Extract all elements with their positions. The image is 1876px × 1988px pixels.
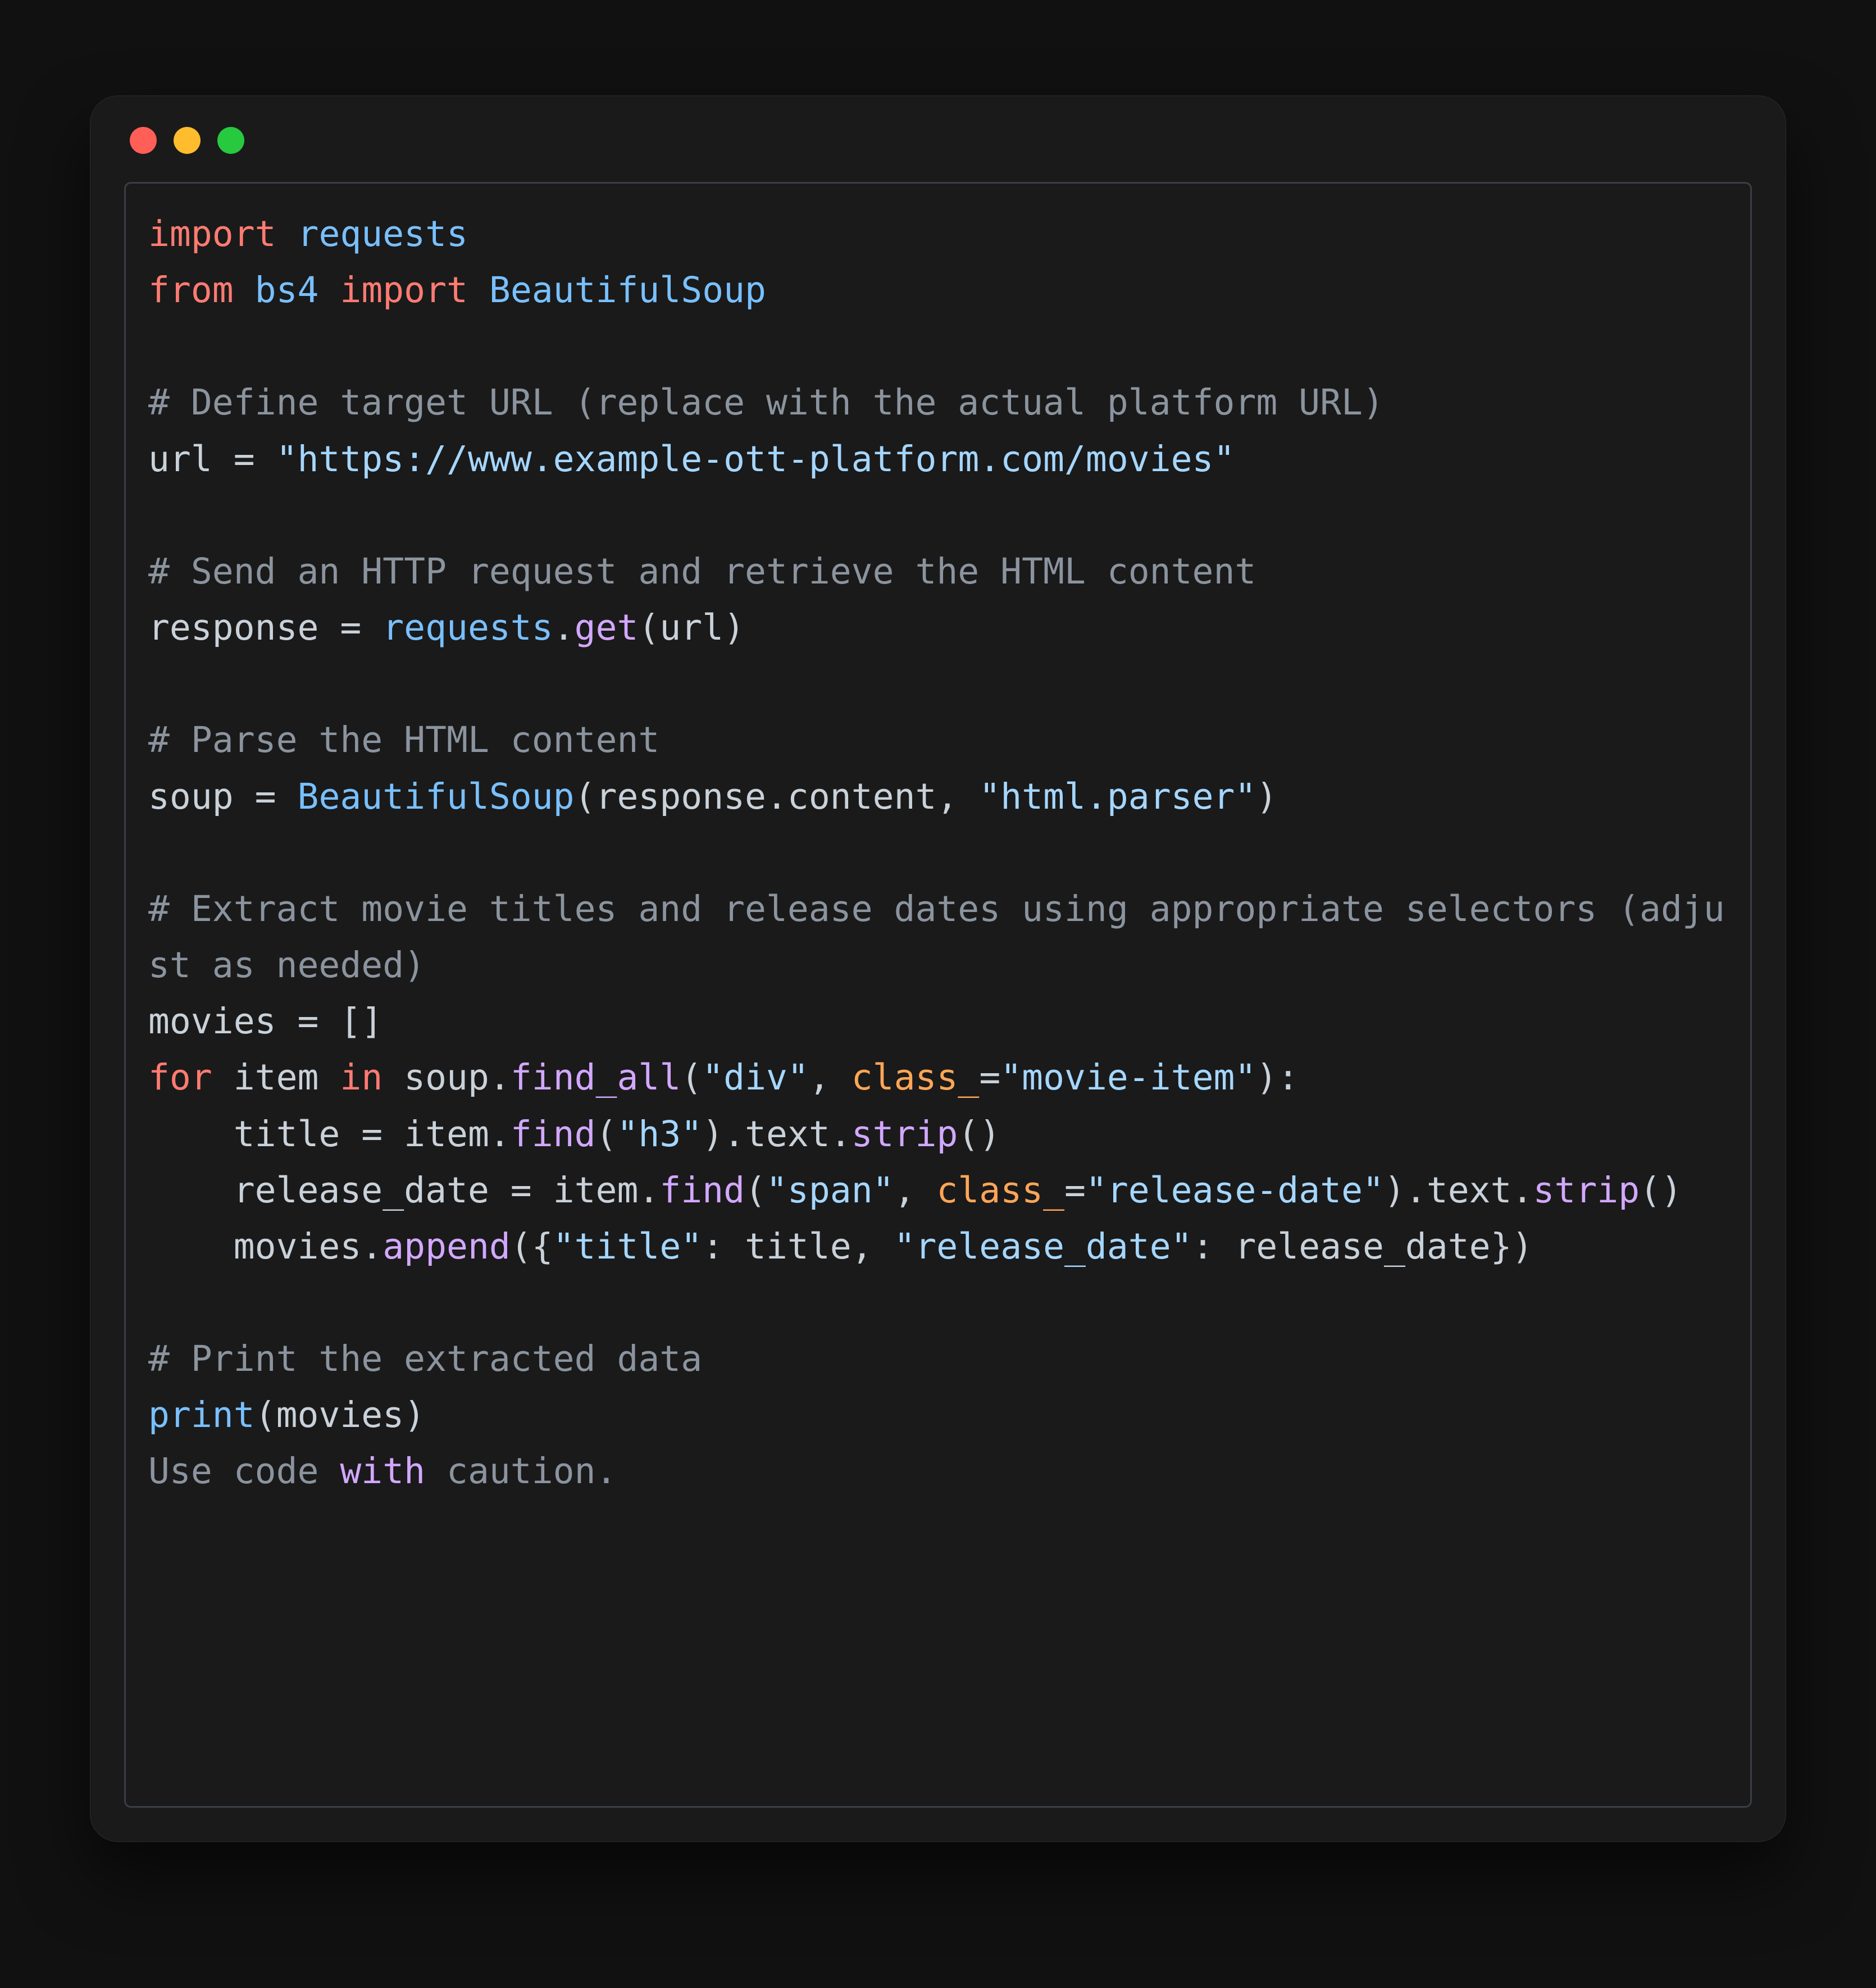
app-background: import requests from bs4 import Beautifu… — [0, 0, 1876, 1988]
code-line: # Send an HTTP request and retrieve the … — [148, 551, 1256, 592]
code-line: response = requests.get(url) — [148, 607, 745, 648]
code-line: title = item.find("h3").text.strip() — [148, 1114, 1000, 1155]
code-line: movies = [] — [148, 1001, 383, 1042]
code-line: # Define target URL (replace with the ac… — [148, 382, 1384, 423]
code-block[interactable]: import requests from bs4 import Beautifu… — [126, 184, 1750, 1522]
close-icon[interactable] — [130, 127, 157, 154]
code-line: movies.append({"title": title, "release_… — [148, 1226, 1533, 1267]
code-line: soup = BeautifulSoup(response.content, "… — [148, 776, 1277, 817]
caution-line: Use code with caution. — [148, 1451, 617, 1492]
code-frame: import requests from bs4 import Beautifu… — [124, 182, 1752, 1808]
code-window: import requests from bs4 import Beautifu… — [90, 95, 1786, 1842]
code-line: url = "https://www.example-ott-platform.… — [148, 439, 1235, 480]
zoom-icon[interactable] — [217, 127, 244, 154]
code-line: for item in soup.find_all("div", class_=… — [148, 1057, 1299, 1098]
code-line: release_date = item.find("span", class_=… — [148, 1170, 1682, 1211]
code-line: import requests — [148, 213, 468, 254]
code-line: # Extract movie titles and release dates… — [148, 888, 1725, 986]
window-titlebar — [90, 96, 1786, 165]
code-line: # Print the extracted data — [148, 1338, 702, 1379]
code-line: # Parse the HTML content — [148, 719, 659, 760]
code-line: from bs4 import BeautifulSoup — [148, 270, 766, 311]
minimize-icon[interactable] — [174, 127, 201, 154]
code-line: print(movies) — [148, 1394, 425, 1435]
